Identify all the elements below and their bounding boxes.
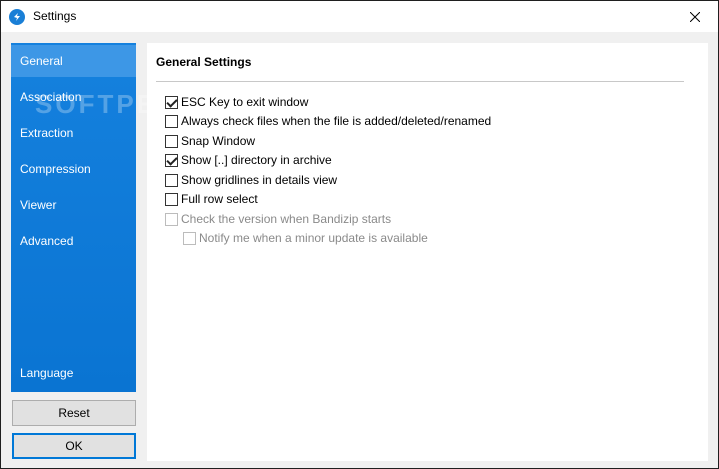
option-notify-minor-update: Notify me when a minor update is availab… bbox=[183, 230, 428, 246]
settings-sidebar: General Association Extraction Compressi… bbox=[11, 43, 208, 392]
sidebar-item-advanced[interactable]: Advanced bbox=[11, 225, 136, 257]
option-show-parent-dir[interactable]: Show [..] directory in archive bbox=[165, 152, 332, 168]
option-full-row-select[interactable]: Full row select bbox=[165, 191, 258, 207]
option-snap-window[interactable]: Snap Window bbox=[165, 133, 255, 149]
section-divider bbox=[156, 81, 684, 82]
close-icon bbox=[690, 11, 700, 22]
sidebar-item-extraction[interactable]: Extraction bbox=[11, 117, 136, 149]
bandizip-app-icon bbox=[9, 9, 25, 25]
checkbox-snap-window[interactable] bbox=[165, 134, 178, 148]
settings-window: Settings General Association Extraction … bbox=[0, 0, 719, 469]
checkbox-notify-minor-update bbox=[183, 231, 196, 245]
window-title: Settings bbox=[33, 9, 77, 23]
checkbox-show-gridlines[interactable] bbox=[165, 173, 178, 187]
checkbox-check-version bbox=[165, 212, 178, 226]
reset-button[interactable]: Reset bbox=[12, 400, 136, 426]
option-label: Show [..] directory in archive bbox=[181, 153, 332, 167]
option-check-version: Check the version when Bandizip starts bbox=[165, 211, 391, 227]
option-label: Snap Window bbox=[181, 134, 256, 148]
checkbox-always-check-files[interactable] bbox=[165, 114, 178, 128]
sidebar-item-compression[interactable]: Compression bbox=[11, 153, 136, 185]
sidebar-item-language[interactable]: Language bbox=[11, 357, 136, 389]
sidebar-item-association[interactable]: Association bbox=[11, 81, 136, 113]
checkbox-esc-exit[interactable] bbox=[165, 95, 178, 109]
checkbox-show-parent-dir[interactable] bbox=[165, 153, 178, 167]
sidebar-item-general[interactable]: General bbox=[11, 45, 136, 77]
option-label: Always check files when the file is adde… bbox=[181, 114, 492, 128]
option-label: Notify me when a minor update is availab… bbox=[199, 231, 428, 245]
sidebar-item-viewer[interactable]: Viewer bbox=[11, 189, 136, 221]
general-settings-panel: General Settings ESC Key to exit window … bbox=[147, 43, 708, 461]
checkbox-full-row-select[interactable] bbox=[165, 192, 178, 206]
option-show-gridlines[interactable]: Show gridlines in details view bbox=[165, 172, 337, 188]
option-esc-exit[interactable]: ESC Key to exit window bbox=[165, 94, 308, 110]
option-label: Check the version when Bandizip starts bbox=[181, 212, 392, 226]
option-always-check-files[interactable]: Always check files when the file is adde… bbox=[165, 113, 491, 129]
option-label: ESC Key to exit window bbox=[181, 95, 309, 109]
close-button[interactable] bbox=[672, 1, 718, 32]
option-label: Full row select bbox=[181, 192, 258, 206]
title-bar[interactable]: Settings bbox=[1, 1, 718, 32]
section-title: General Settings bbox=[156, 55, 252, 69]
ok-button[interactable]: OK bbox=[12, 433, 136, 459]
option-label: Show gridlines in details view bbox=[181, 173, 338, 187]
